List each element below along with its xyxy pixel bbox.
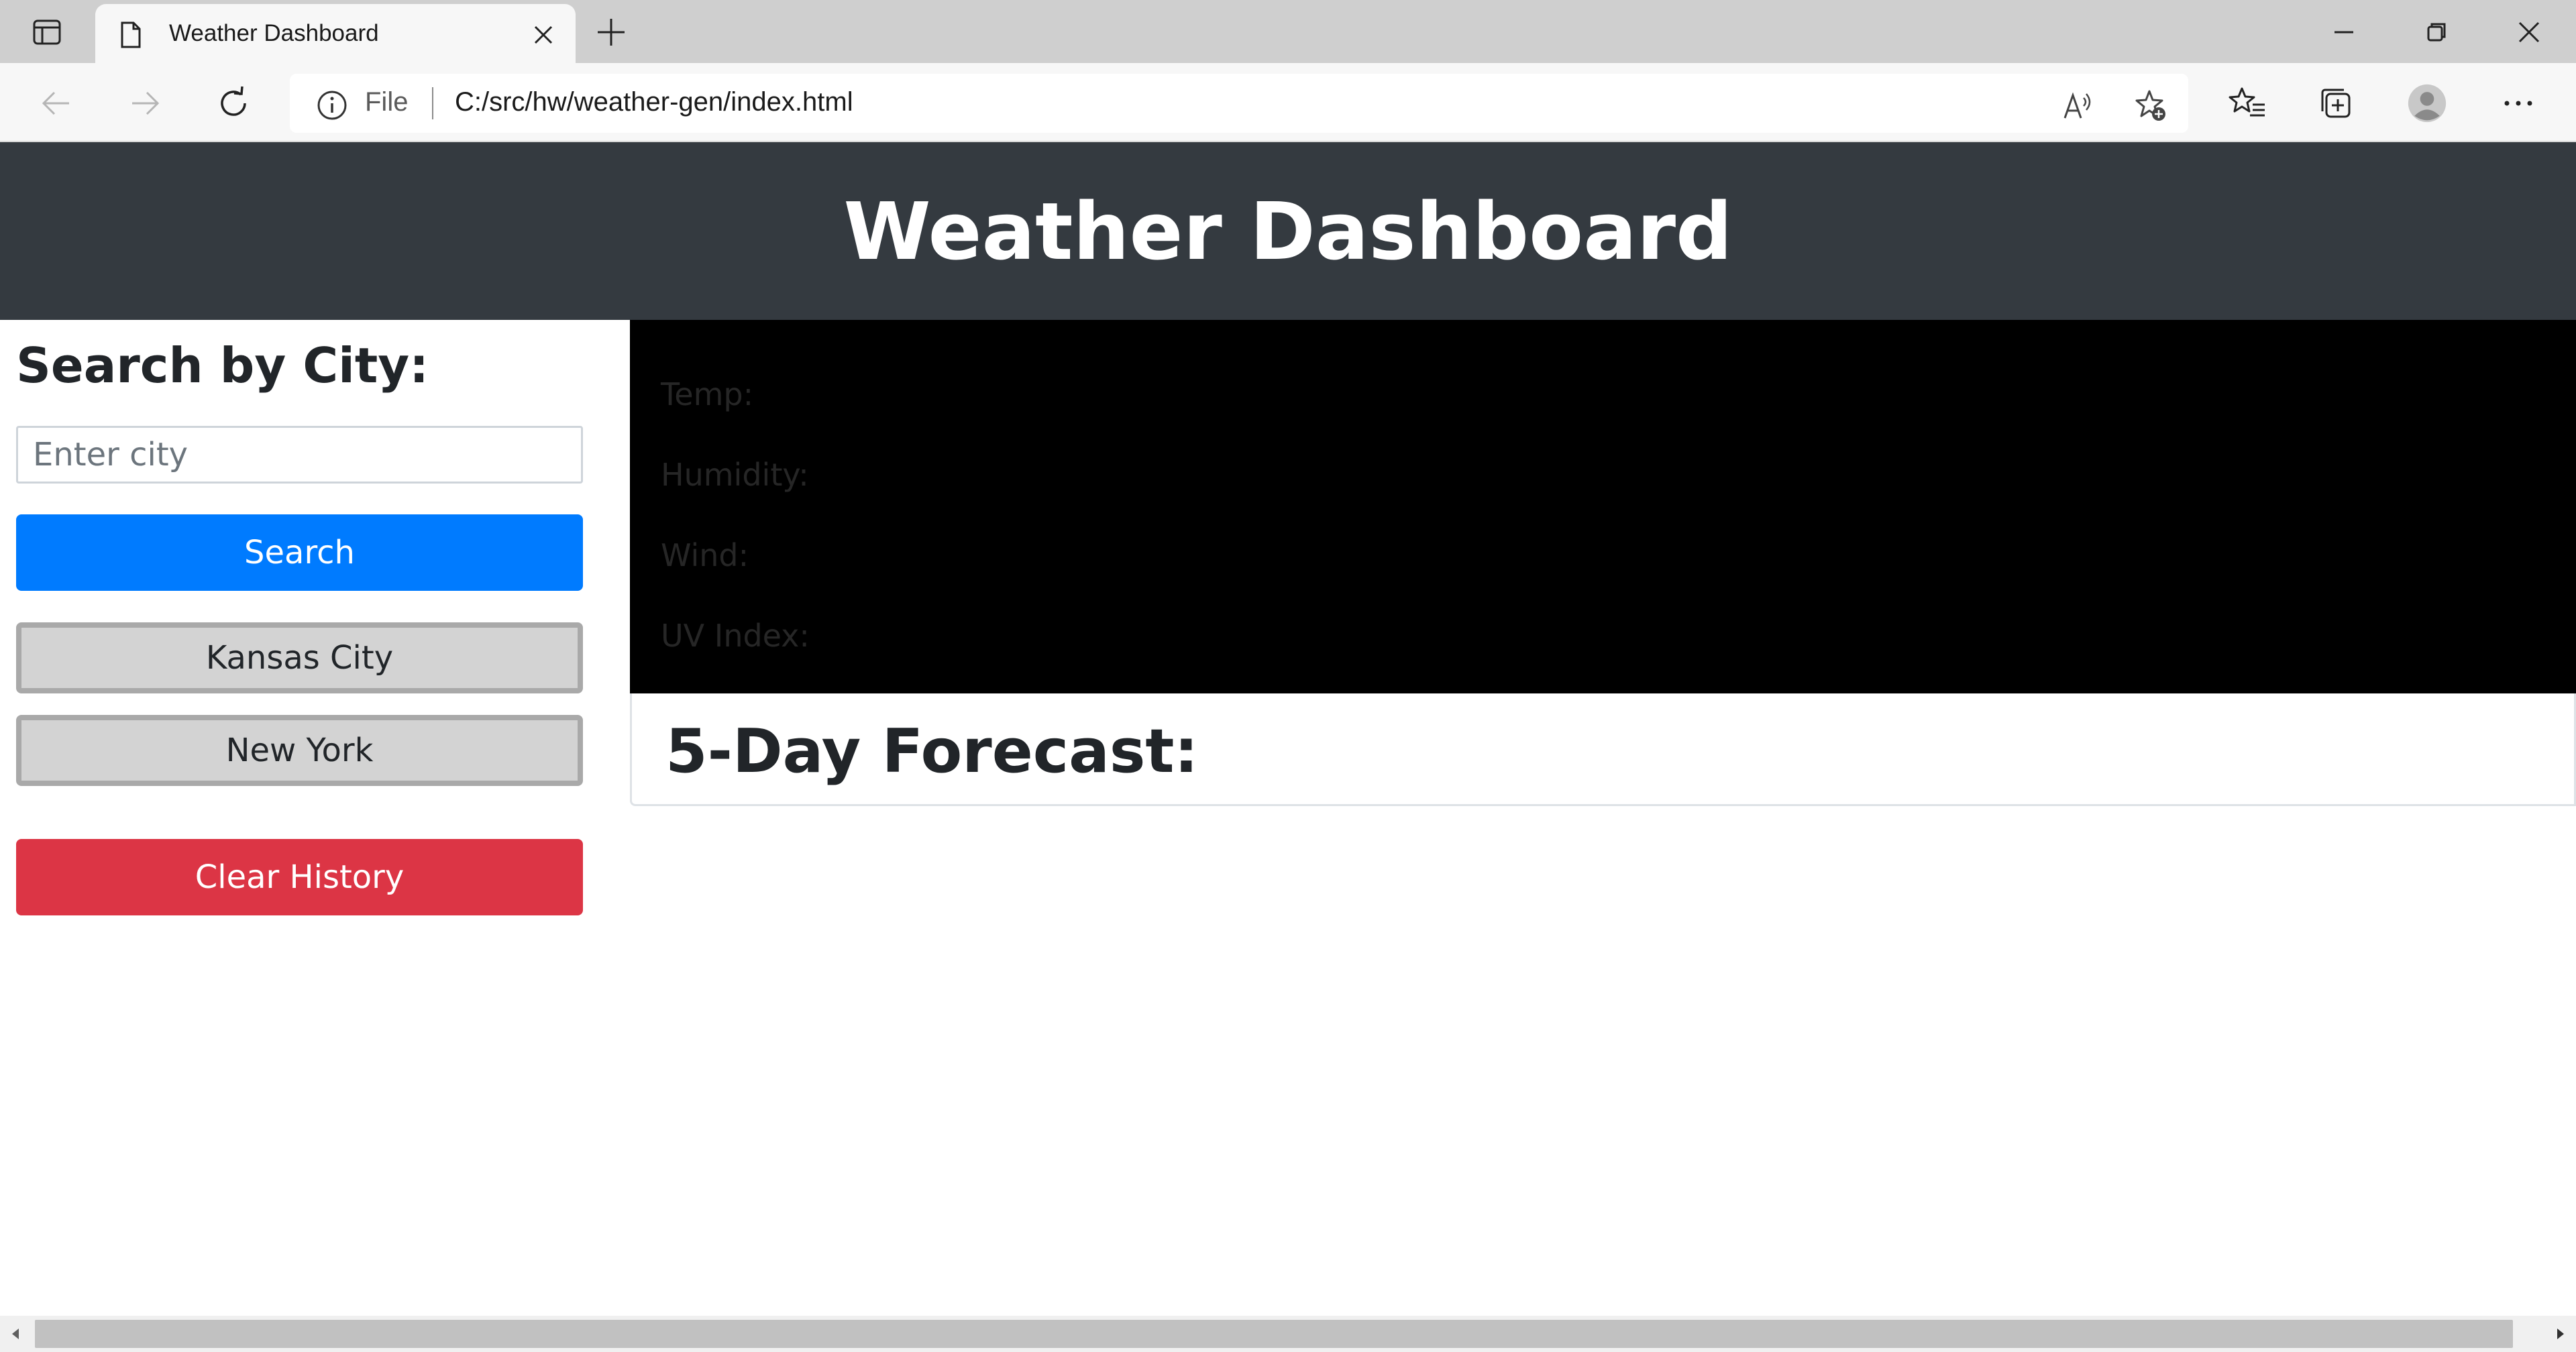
uv-index-label: UV Index: <box>661 618 810 654</box>
refresh-icon <box>221 86 246 116</box>
info-icon[interactable] <box>317 90 347 121</box>
back-arrow-icon <box>42 91 69 115</box>
new-tab-icon[interactable] <box>594 15 629 50</box>
tab-actions-button[interactable] <box>27 15 67 50</box>
avatar-icon <box>2408 84 2447 123</box>
history-button-kansas-city[interactable]: Kansas City <box>16 622 583 693</box>
history-button-new-york[interactable]: New York <box>16 715 583 786</box>
page-title: Weather Dashboard <box>843 184 1733 278</box>
forward-arrow-icon <box>132 91 160 115</box>
search-button[interactable]: Search <box>16 514 583 591</box>
url-divider <box>432 87 433 119</box>
add-favorite-icon[interactable] <box>2133 89 2168 123</box>
wind-label: Wind: <box>661 537 749 573</box>
page-icon <box>121 21 141 48</box>
horizontal-scrollbar[interactable] <box>0 1316 2576 1352</box>
favorites-button[interactable] <box>2227 83 2267 123</box>
profile-button[interactable] <box>2407 83 2447 123</box>
read-aloud-icon[interactable] <box>2061 89 2096 123</box>
forward-button[interactable] <box>125 83 165 123</box>
url-scheme-label: File <box>365 87 409 117</box>
scroll-left-icon[interactable] <box>5 1324 25 1344</box>
close-window-button[interactable] <box>2512 15 2546 50</box>
restore-button[interactable] <box>2419 15 2454 50</box>
collections-button[interactable] <box>2316 83 2356 123</box>
refresh-button[interactable] <box>213 83 254 123</box>
back-button[interactable] <box>36 83 76 123</box>
url-text[interactable]: C:/src/hw/weather-gen/index.html <box>455 87 853 117</box>
more-menu-button[interactable] <box>2498 83 2538 123</box>
minimize-button[interactable] <box>2326 15 2361 50</box>
clear-history-button[interactable]: Clear History <box>16 839 583 915</box>
forecast-title: 5-Day Forecast: <box>665 716 1199 787</box>
search-heading: Search by City: <box>16 337 429 394</box>
forecast-section: 5-Day Forecast: <box>630 693 2576 806</box>
humidity-label: Humidity: <box>661 457 809 493</box>
city-search-input[interactable] <box>16 426 583 484</box>
sidebar-panel-icon <box>33 19 61 45</box>
scrollbar-thumb[interactable] <box>35 1320 2513 1348</box>
close-icon <box>2518 21 2540 43</box>
page-header: Weather Dashboard <box>0 142 2576 320</box>
restore-icon <box>2427 23 2446 42</box>
more-dots-icon <box>2504 101 2532 106</box>
tab-title: Weather Dashboard <box>169 20 379 46</box>
address-bar[interactable]: File C:/src/hw/weather-gen/index.html <box>290 74 2188 133</box>
browser-tab-active[interactable]: Weather Dashboard <box>95 4 576 66</box>
close-tab-icon[interactable] <box>531 23 555 47</box>
minimize-icon <box>2334 31 2353 34</box>
favorites-icon <box>2229 87 2265 117</box>
current-weather-panel: Temp: Humidity: Wind: UV Index: <box>630 320 2576 693</box>
collections-icon <box>2321 89 2351 118</box>
browser-tabstrip: Weather Dashboard <box>0 0 2576 66</box>
browser-toolbar: File C:/src/hw/weather-gen/index.html <box>0 63 2576 142</box>
temp-label: Temp: <box>661 376 754 412</box>
scroll-right-icon[interactable] <box>2551 1324 2571 1344</box>
